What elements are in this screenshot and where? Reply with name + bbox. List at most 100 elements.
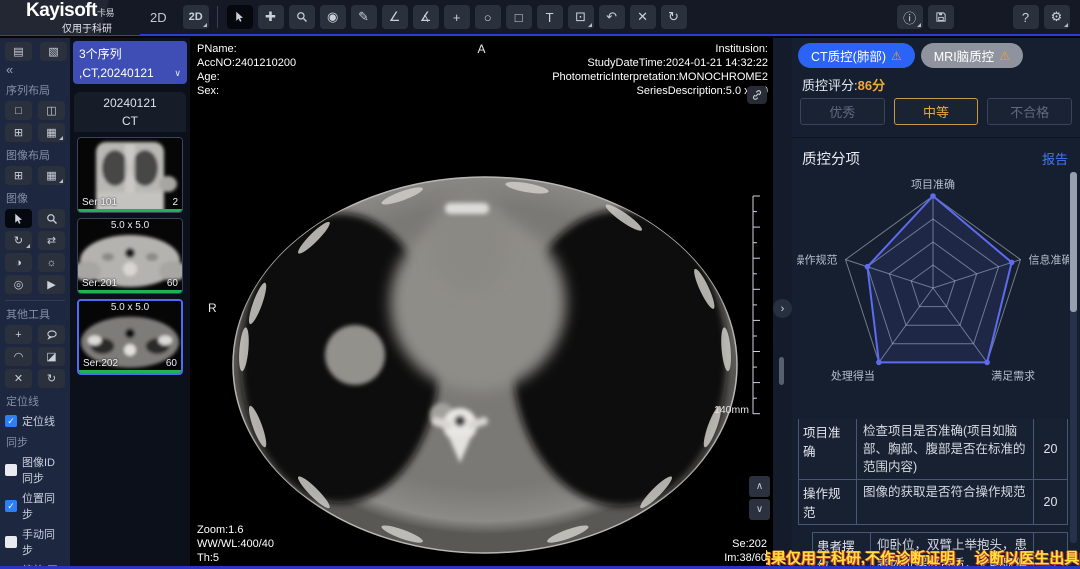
info-tool[interactable]: ⓘ (897, 5, 923, 29)
checkbox-icon[interactable]: ✓ (5, 500, 17, 512)
collapse-sidebar-icon[interactable]: « (6, 63, 64, 77)
series-list-toggle[interactable]: ▤ (5, 42, 32, 61)
save-tool[interactable] (928, 5, 954, 29)
probe-tool[interactable]: ◠ (5, 347, 32, 366)
grade-medium-button[interactable]: 中等 (894, 98, 979, 125)
checkbox-icon[interactable]: ✓ (5, 415, 17, 427)
eraser-tool[interactable]: ◪ (38, 347, 65, 366)
help-tool[interactable]: ? (1013, 5, 1039, 29)
grade-buttons: 优秀 中等 不合格 (800, 98, 1072, 125)
target-tool[interactable]: ◎ (5, 275, 32, 294)
series-layout-1x1[interactable]: □ (5, 101, 32, 120)
toggle-定位线[interactable]: ✓定位线 (5, 413, 65, 429)
slice-scrollbar-thumb[interactable] (779, 357, 784, 385)
svg-text:项目准确: 项目准确 (911, 178, 955, 191)
window-level-tool[interactable]: ◉ (320, 5, 346, 29)
image-layout-2x2[interactable]: ⊞ (5, 166, 32, 185)
brightness-tool[interactable]: ☼ (38, 253, 65, 272)
comment-tool[interactable] (38, 325, 65, 344)
series-position-overlay: Se:202 Im:38/60 (724, 537, 767, 565)
orientation-anterior: A (477, 42, 485, 56)
qc-panel: CT质控(肺部) ⚠ MRI脑质控 ⚠ 质控评分:86分 优秀 中等 不合格 质… (792, 38, 1080, 569)
checkbox-icon[interactable] (5, 464, 17, 476)
collapse-panel-button[interactable]: › (773, 299, 792, 318)
image-layout-3x3[interactable]: ▦ (38, 166, 65, 185)
qc-scrollbar-track[interactable] (1070, 172, 1077, 543)
cine-play-tool[interactable]: ▶ (38, 275, 65, 294)
qc-subsection-title: 质控分项 (802, 148, 860, 169)
overlay-accno: AccNO:2401210200 (197, 56, 296, 70)
study-date: 20240121 (74, 94, 186, 112)
grade-excellent-button[interactable]: 优秀 (800, 98, 885, 125)
magnify-tool[interactable] (38, 209, 65, 228)
svg-text:操作规范: 操作规范 (797, 253, 838, 267)
report-panel-toggle[interactable]: ▧ (40, 42, 67, 61)
slice-up-button[interactable]: ∧ (749, 476, 770, 497)
thumb-series-number: Ser:201 (82, 278, 117, 289)
cobb-angle-tool[interactable]: ∡ (413, 5, 439, 29)
toggle-图像ID同步[interactable]: 图像ID同步 (5, 454, 65, 486)
rotate-tool[interactable]: ↻ (5, 231, 32, 250)
flip-tool[interactable]: ⇄ (38, 231, 65, 250)
series-thumbnail-201[interactable]: 5.0 x 5.0 Ser:201 60 (77, 218, 183, 294)
series-thumbnail-101[interactable]: Ser:101 2 (77, 137, 183, 213)
study-group-header[interactable]: 20240121 CT (74, 92, 186, 132)
tab-mri-brain-qc[interactable]: MRI脑质控 ⚠ (921, 43, 1023, 68)
mode-2d-button[interactable]: 2D (183, 5, 209, 29)
study-dropdown[interactable]: ,CT,20240121 ∨ (79, 66, 181, 80)
undo-tool[interactable]: ↶ (599, 5, 625, 29)
toggle-label: 手动同步 (22, 526, 65, 558)
orientation-right: R (208, 301, 217, 315)
slice-down-button[interactable]: ∨ (749, 499, 770, 520)
window-preset-tool[interactable]: ⊡ (568, 5, 594, 29)
measure-line-tool[interactable]: ✎ (351, 5, 377, 29)
tool-sidebar: ▤▧ « 序列布局□◫⊞▦图像布局⊞▦图像↻⇄◑☼◎▶其他工具+◠◪✕↻ 定位线… (0, 38, 70, 569)
series-layout-2x2[interactable]: ⊞ (5, 123, 32, 142)
overlay-wwwl: WW/WL:400/40 (197, 537, 274, 551)
checkbox-icon[interactable] (5, 536, 17, 548)
series-thumbnail-202[interactable]: 5.0 x 5.0 Ser:202 60 (77, 299, 183, 375)
scale-ruler (752, 195, 764, 422)
qc-score: 质控评分:86分 (802, 75, 885, 94)
qc-item-desc: 图像的获取是否符合操作规范 (857, 480, 1033, 524)
toggle-手动同步[interactable]: 手动同步 (5, 526, 65, 558)
ct-axial-image (220, 163, 750, 563)
study-selector[interactable]: 3个序列 ,CT,20240121 ∨ (73, 41, 187, 84)
invert-tool[interactable]: ◑ (5, 253, 32, 272)
top-toolbar: Kayisoft卡易 仅用于科研 2D 2D ✚◉✎∠∡+○□T⊡↶✕↻ ⓘ ?… (0, 0, 1080, 36)
series-layout-3x3[interactable]: ▦ (38, 123, 65, 142)
zoom-tool[interactable] (289, 5, 315, 29)
reset-tool[interactable]: ↻ (661, 5, 687, 29)
link-series-button[interactable] (747, 86, 767, 104)
point-marker-tool[interactable]: + (444, 5, 470, 29)
section-divider (5, 300, 65, 301)
thumb-size-label: 5.0 x 5.0 (79, 302, 181, 313)
settings-tool[interactable]: ⚙ (1044, 5, 1070, 29)
add-point-tool[interactable]: + (5, 325, 32, 344)
ellipse-tool[interactable]: ○ (475, 5, 501, 29)
delete-tool[interactable]: ✕ (630, 5, 656, 29)
qc-tabs: CT质控(肺部) ⚠ MRI脑质控 ⚠ (798, 43, 1023, 68)
image-viewport[interactable]: A R PName: AccNO:2401210200 Age: Sex: In… (190, 38, 773, 569)
warning-icon: ⚠ (999, 49, 1010, 63)
text-annotation-tool[interactable]: T (537, 5, 563, 29)
sidebar-toggles: 定位线✓定位线同步图像ID同步✓位置同步手动同步缩放/平移窗宽窗位 (5, 393, 65, 569)
angle-tool[interactable]: ∠ (382, 5, 408, 29)
overlay-sex: Sex: (197, 84, 296, 98)
cursor-tool[interactable] (227, 5, 253, 29)
thumb-series-number: Ser:202 (83, 358, 118, 369)
qc-item-score: 20 (1033, 480, 1067, 524)
grade-fail-button[interactable]: 不合格 (987, 98, 1072, 125)
rectangle-tool[interactable]: □ (506, 5, 532, 29)
tab-ct-lung-qc[interactable]: CT质控(肺部) ⚠ (798, 43, 915, 68)
pan-tool[interactable]: ✚ (258, 5, 284, 29)
qc-scrollbar-thumb[interactable] (1070, 172, 1077, 312)
series-layout-1x2[interactable]: ◫ (38, 101, 65, 120)
reset-annotation-tool[interactable]: ↻ (38, 369, 65, 388)
toggle-位置同步[interactable]: ✓位置同步 (5, 490, 65, 522)
series-panel: 3个序列 ,CT,20240121 ∨ 20240121 CT (70, 38, 190, 569)
report-link[interactable]: 报告 (1042, 149, 1068, 168)
cursor-tool-side[interactable] (5, 209, 32, 228)
sidebar-sections: 序列布局□◫⊞▦图像布局⊞▦图像↻⇄◑☼◎▶其他工具+◠◪✕↻ (5, 82, 65, 388)
delete-annotation-tool[interactable]: ✕ (5, 369, 32, 388)
